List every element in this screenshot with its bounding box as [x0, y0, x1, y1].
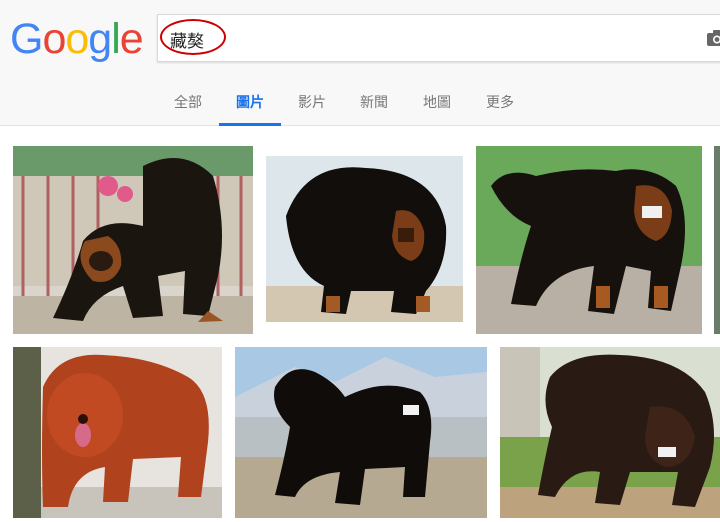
tab-label: 更多 — [486, 95, 514, 111]
logo-letter: o — [65, 15, 89, 63]
tab-label: 全部 — [174, 95, 202, 111]
logo-letter: l — [111, 15, 121, 63]
tab-news[interactable]: 新聞 — [356, 92, 392, 126]
tab-label: 地圖 — [423, 95, 451, 111]
tab-videos[interactable]: 影片 — [294, 92, 330, 126]
image-result[interactable] — [476, 146, 702, 334]
tab-all[interactable]: 全部 — [170, 92, 206, 126]
search-tabs: 全部 圖片 影片 新聞 地圖 更多 — [0, 84, 720, 126]
image-result[interactable] — [500, 347, 720, 518]
header: Google 藏獒 全部 圖片 影片 新聞 地圖 更多 — [0, 0, 720, 126]
tab-label: 新聞 — [360, 95, 388, 111]
image-result[interactable] — [266, 156, 463, 322]
google-logo[interactable]: Google — [10, 14, 144, 64]
dog-photo — [266, 156, 463, 322]
tab-label: 影片 — [298, 95, 326, 111]
dog-photo — [13, 146, 253, 334]
tab-images[interactable]: 圖片 — [219, 92, 281, 126]
dog-photo — [13, 347, 222, 518]
image-result[interactable] — [13, 146, 253, 334]
image-result[interactable] — [235, 347, 487, 518]
dog-photo — [500, 347, 720, 518]
logo-letter: o — [42, 15, 66, 63]
camera-icon[interactable] — [706, 29, 720, 47]
image-result[interactable] — [13, 347, 222, 518]
search-input[interactable]: 藏獒 — [157, 14, 720, 62]
logo-letter: g — [88, 15, 112, 63]
logo-letter: G — [10, 15, 43, 63]
dog-photo — [476, 146, 702, 334]
logo-letter: e — [119, 15, 144, 63]
tab-maps[interactable]: 地圖 — [419, 92, 455, 126]
tab-more[interactable]: 更多 — [482, 92, 518, 126]
dog-photo — [714, 146, 720, 334]
tab-label: 圖片 — [236, 95, 264, 111]
active-tab-underline — [219, 123, 281, 126]
image-result-partial[interactable] — [714, 146, 720, 334]
dog-photo — [235, 347, 487, 518]
red-highlight-circle — [160, 19, 226, 55]
